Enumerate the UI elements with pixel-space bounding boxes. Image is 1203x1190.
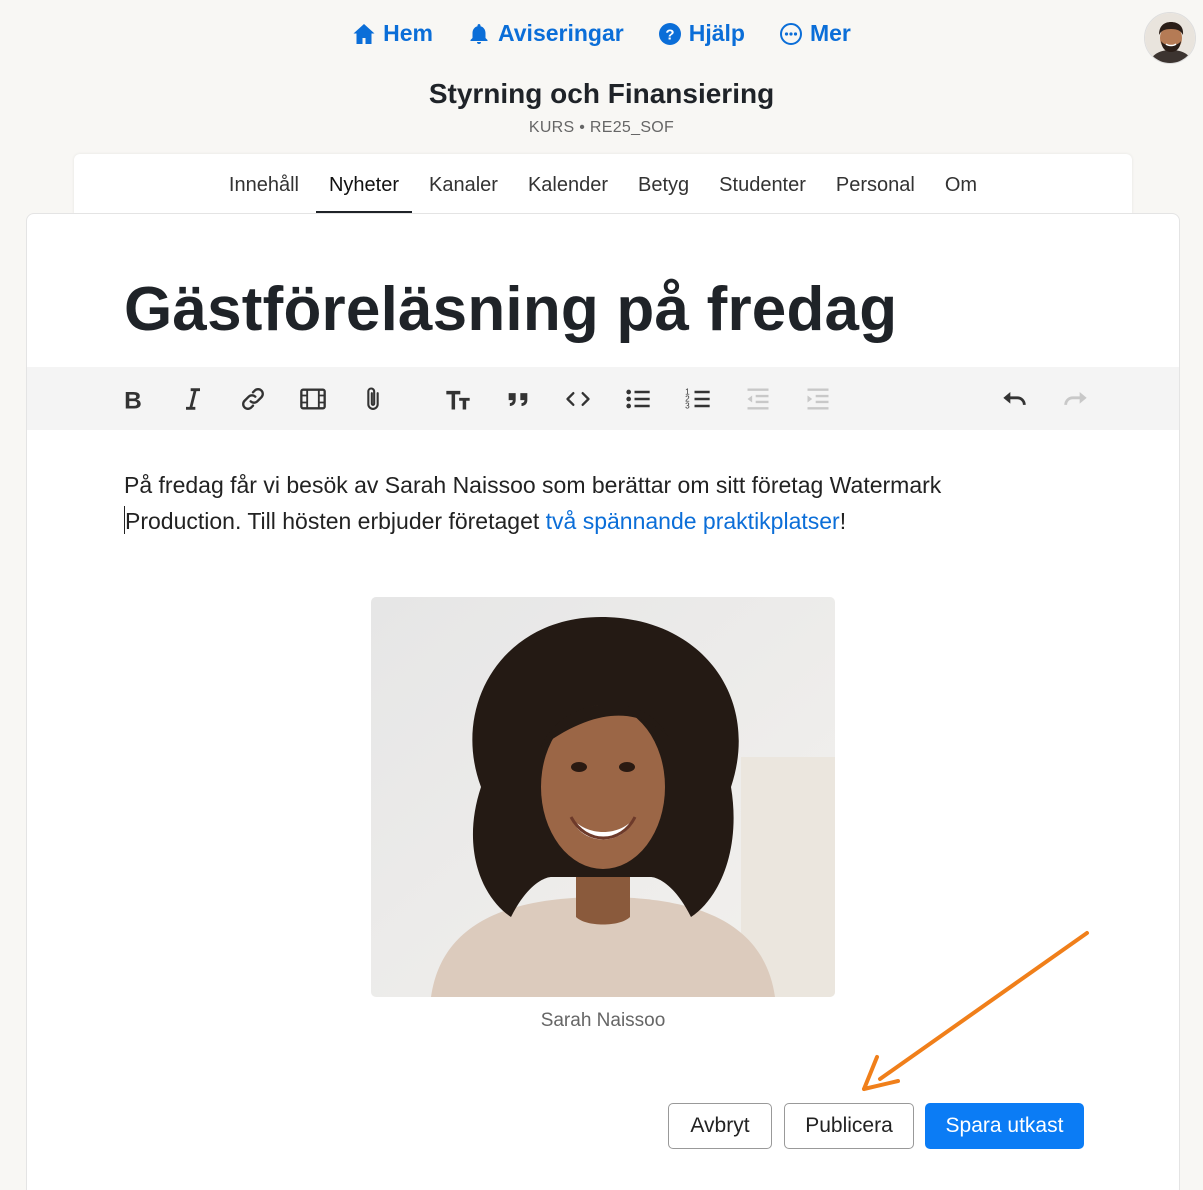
nav-more[interactable]: Mer — [779, 20, 851, 47]
editor-toolbar: B 123 — [27, 367, 1179, 430]
save-draft-button[interactable]: Spara utkast — [925, 1103, 1084, 1149]
tab-nyheter[interactable]: Nyheter — [315, 154, 413, 214]
tab-innehall[interactable]: Innehåll — [216, 154, 312, 214]
guest-photo[interactable] — [371, 597, 835, 997]
nav-home[interactable]: Hem — [352, 20, 433, 47]
internship-link[interactable]: två spännande praktikplatser — [546, 508, 840, 534]
heading-button[interactable] — [440, 381, 476, 417]
italic-button[interactable] — [175, 381, 211, 417]
code-icon — [566, 392, 590, 406]
post-body-editor[interactable]: På fredag får vi besök av Sarah Naissoo … — [124, 467, 1024, 539]
link-icon — [242, 388, 264, 410]
attachment-button[interactable] — [355, 381, 391, 417]
course-meta: KURS • RE25_SOF — [528, 119, 675, 136]
nav-help-label: Hjälp — [688, 20, 745, 46]
video-button[interactable] — [295, 381, 331, 417]
user-avatar[interactable] — [1144, 12, 1196, 64]
tab-betyg[interactable]: Betyg — [625, 154, 702, 214]
tab-studenter[interactable]: Studenter — [706, 154, 819, 214]
top-navigation: Hem Aviseringar ? Hjälp Mer — [0, 20, 1203, 47]
numbered-list-button[interactable]: 123 — [680, 381, 716, 417]
more-circle-icon — [779, 22, 802, 45]
outdent-button[interactable] — [740, 381, 776, 417]
home-icon — [353, 23, 375, 44]
redo-icon — [1064, 392, 1087, 406]
nav-notifications-label: Aviseringar — [498, 20, 624, 46]
undo-icon — [1003, 392, 1026, 406]
nav-help[interactable]: ? Hjälp — [658, 20, 745, 47]
course-title: Styrning och Finansiering — [428, 78, 775, 109]
redo-button[interactable] — [1057, 381, 1093, 417]
body-text-line1: På fredag får vi besök av Sarah Naissoo … — [124, 472, 942, 498]
link-button[interactable] — [235, 381, 271, 417]
indent-icon — [807, 388, 829, 410]
bullet-list-icon — [626, 389, 650, 409]
cancel-button[interactable]: Avbryt — [668, 1103, 772, 1149]
attachment-icon — [367, 387, 379, 410]
code-button[interactable] — [560, 381, 596, 417]
help-circle-icon: ? — [658, 22, 681, 45]
tab-kanaler[interactable]: Kanaler — [416, 154, 511, 214]
undo-button[interactable] — [997, 381, 1033, 417]
video-icon — [300, 388, 326, 410]
quote-icon — [508, 393, 528, 406]
svg-text:B: B — [124, 387, 142, 413]
body-text-line2: Production. Till hösten erbjuder företag… — [125, 508, 546, 534]
svg-text:?: ? — [665, 26, 674, 43]
quote-button[interactable] — [500, 381, 536, 417]
nav-more-label: Mer — [809, 20, 851, 46]
course-tabs: Innehåll Nyheter Kanaler Kalender Betyg … — [74, 154, 1132, 214]
outdent-icon — [747, 388, 769, 410]
nav-home-label: Hem — [383, 20, 433, 46]
post-title-input[interactable]: Gästföreläsning på fredag — [124, 274, 897, 345]
body-text-end: ! — [839, 508, 847, 534]
numbered-list-icon: 123 — [685, 387, 710, 410]
bold-icon: B — [124, 387, 142, 413]
bold-button[interactable]: B — [115, 381, 151, 417]
tab-om[interactable]: Om — [932, 154, 990, 214]
tab-personal[interactable]: Personal — [823, 154, 928, 214]
annotation-arrow — [862, 931, 1089, 1091]
bullet-list-button[interactable] — [620, 381, 656, 417]
nav-notifications[interactable]: Aviseringar — [467, 20, 624, 47]
indent-button[interactable] — [800, 381, 836, 417]
italic-icon — [186, 388, 200, 410]
publish-button[interactable]: Publicera — [784, 1103, 914, 1149]
text-size-icon — [446, 390, 470, 410]
tab-kalender[interactable]: Kalender — [515, 154, 621, 214]
svg-text:3: 3 — [685, 401, 690, 410]
bell-icon — [470, 23, 488, 44]
